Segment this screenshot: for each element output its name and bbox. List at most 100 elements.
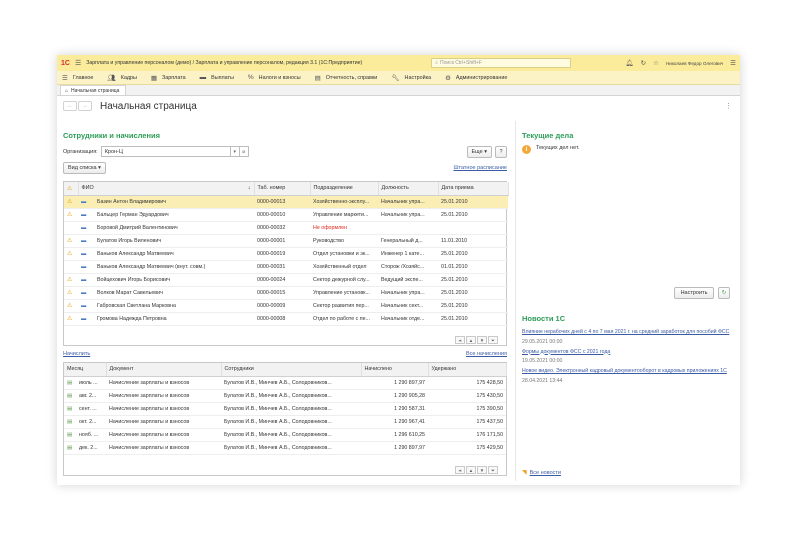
prev-page-icon[interactable]: ▲: [466, 336, 476, 344]
employee-icon: ▬: [78, 247, 94, 261]
warning-icon: ⚠: [64, 247, 78, 261]
menu-item-admin[interactable]: ⚙ Администрирование: [445, 74, 507, 82]
search-input[interactable]: ⌕ Поиск Ctrl+Shift+F: [431, 58, 572, 68]
help-button[interactable]: ?: [495, 145, 507, 158]
history-icon[interactable]: ↻: [641, 59, 646, 67]
table-row[interactable]: ▤ окт. 2... Начисление зарплаты и взносов Б…: [64, 415, 507, 429]
news-item: Формы документов ФСС с 2021 года 19.05.2…: [522, 349, 732, 365]
table-row[interactable]: ⚠ ▬ Булатов Игорь Виленович 0000-00001 Руков…: [64, 234, 508, 248]
col-withheld[interactable]: Удержано: [428, 363, 507, 377]
chevron-down-icon[interactable]: ▾: [230, 146, 240, 157]
table-header: Месяц Документ Сотрудники Начислено Удер…: [64, 363, 507, 377]
table-row[interactable]: ▤ авг. 2... Начисление зарплаты и взносов Б…: [64, 389, 507, 403]
col-department[interactable]: Подразделение: [310, 182, 379, 196]
clear-icon[interactable]: ⌀: [239, 146, 249, 157]
position: Начальник упра...: [378, 195, 438, 209]
employee-icon: ▬: [78, 208, 94, 222]
user-name[interactable]: Николаев Федор Олегович: [666, 61, 723, 66]
table-row[interactable]: ▤ сент. ... Начисление зарплаты и взносов Б…: [64, 402, 507, 416]
table-row[interactable]: ⚠ ▬ Громова Надежда Петровна 0000-00008 Отде…: [64, 312, 508, 326]
col-name[interactable]: ФИО ↓: [78, 182, 255, 196]
menu-item-salary[interactable]: ▦ Зарплата: [151, 74, 186, 82]
all-accruals-link[interactable]: Все начисления: [466, 351, 507, 357]
news-link[interactable]: Влияние нерабочих дней с 4 по 7 мая 2021…: [522, 329, 732, 336]
settings-menu-icon[interactable]: ☰: [730, 59, 736, 67]
withheld: 176 171,50: [428, 428, 507, 442]
menu-item-hr[interactable]: 👥︎ Кадры: [107, 74, 136, 82]
tab-home[interactable]: ⌂ Начальная страница: [60, 85, 127, 95]
more-button[interactable]: Еще ▾: [466, 145, 492, 158]
col-accrued[interactable]: Начислено: [361, 363, 429, 377]
next-page-icon[interactable]: ▼: [477, 466, 487, 474]
menu-icon: ☰: [62, 74, 68, 82]
table-row[interactable]: ▤ нояб. ... Начисление зарплаты и взносов Б…: [64, 428, 507, 442]
star-icon[interactable]: ☆: [653, 59, 659, 67]
view-list-button[interactable]: Вид списка ▾: [63, 162, 106, 174]
table-row[interactable]: ▬ Ваньков Александр Матвеевич (внут. совм…: [64, 260, 508, 274]
forward-button[interactable]: →: [78, 101, 92, 111]
percent-icon: %: [247, 74, 254, 81]
menu-item-taxes[interactable]: % Налоги и взносы: [248, 74, 301, 81]
staff-schedule-link[interactable]: Штатное расписание: [453, 165, 507, 171]
warning-col-icon[interactable]: ⚠: [64, 182, 79, 196]
more-options-icon[interactable]: ⋮: [725, 102, 732, 110]
search-placeholder: Поиск Ctrl+Shift+F: [440, 60, 482, 66]
table-row[interactable]: ▤ июль ... Начисление зарплаты и взносов Бу…: [64, 376, 507, 390]
last-page-icon[interactable]: ⏷: [488, 466, 498, 474]
first-page-icon[interactable]: ⏶: [455, 466, 465, 474]
tab-number: 0000-00015: [254, 286, 310, 300]
main-menu-icon[interactable]: ☰: [75, 59, 81, 67]
last-page-icon[interactable]: ⏷: [488, 336, 498, 344]
hire-date: 25.01.2010: [438, 247, 508, 261]
col-position[interactable]: Должность: [378, 182, 439, 196]
app-window: 1С ☰ Зарплата и управление персоналом (д…: [57, 55, 740, 485]
menu-item-settings[interactable]: 🔧︎ Настройка: [391, 74, 431, 82]
department: Сектор дежурной слу...: [310, 273, 378, 287]
col-hire-date[interactable]: Дата приема: [438, 182, 509, 196]
bell-icon[interactable]: 🔔︎: [625, 59, 633, 67]
wrench-icon: 🔧︎: [391, 74, 400, 82]
table-row[interactable]: ⚠ ▬ Габровская Светлана Марковна 0000-00009…: [64, 299, 508, 313]
table-row[interactable]: ⚠ ▬ Бальцер Герман Эдуардович 0000-00010 Упр…: [64, 208, 508, 222]
hire-date: [438, 221, 508, 235]
news-link[interactable]: Формы документов ФСС с 2021 года: [522, 349, 732, 356]
organization-field[interactable]: Крон-Ц: [100, 146, 231, 157]
table-row[interactable]: ▬ Боровой Дмитрий Валентинович 0000-00032 Н…: [64, 221, 508, 235]
hire-date: 25.01.2010: [438, 195, 508, 209]
configure-button[interactable]: Настроить: [674, 287, 714, 299]
table-row[interactable]: ⚠ ▬ Войцехович Игорь Борисович 0000-00024 Се…: [64, 273, 508, 287]
all-news-link[interactable]: Все новости: [530, 470, 561, 476]
calculator-icon: ▦: [150, 74, 158, 82]
tab-number: 0000-00009: [254, 299, 310, 313]
table-row[interactable]: ▤ дек. 2... Начисление зарплаты и взносов Б…: [64, 441, 507, 455]
tabs-bar: ⌂ Начальная страница: [57, 85, 740, 96]
document-icon: ▤: [64, 376, 76, 390]
first-page-icon[interactable]: ⏶: [455, 336, 465, 344]
refresh-icon[interactable]: ↻: [718, 287, 730, 299]
back-button[interactable]: ←: [63, 101, 77, 111]
news-link[interactable]: Новое видео. Электронный кадровый докуме…: [522, 368, 732, 375]
table-row[interactable]: ⚠ ▬ Волков Марат Савельевич 0000-00015 Управ…: [64, 286, 508, 300]
col-month[interactable]: Месяц: [64, 363, 107, 377]
col-employees[interactable]: Сотрудники: [221, 363, 362, 377]
table-row[interactable]: ⚠ ▬ Базин Антон Владимирович 0000-00013 Хозя…: [64, 195, 508, 209]
accrued: 1 290 897,97: [361, 441, 429, 455]
window-title: Зарплата и управление персоналом (демо) …: [86, 60, 363, 66]
side-panel: Текущие дела i Текущих дел нет. Настроит…: [522, 131, 732, 476]
prev-page-icon[interactable]: ▲: [466, 466, 476, 474]
news-date: 28.04.2021 13:44: [522, 377, 563, 384]
col-document[interactable]: Документ: [106, 363, 222, 377]
news-item: Новое видео. Электронный кадровый докуме…: [522, 368, 732, 384]
menu-item-reports[interactable]: ▤ Отчетность, справки: [315, 74, 378, 82]
table-row[interactable]: ⚠ ▬ Ваньков Александр Матвеевич 0000-00019 О…: [64, 247, 508, 261]
accrue-link[interactable]: Начислить: [63, 351, 90, 357]
position: Начальник сект...: [378, 299, 438, 313]
menu-item-payments[interactable]: ▬ Выплаты: [200, 74, 234, 81]
document: Начисление зарплаты и взносов: [106, 376, 222, 390]
next-page-icon[interactable]: ▼: [477, 336, 487, 344]
hire-date: 11.01.2010: [438, 234, 508, 248]
position: [378, 221, 438, 235]
organization-label: Организация:: [63, 148, 98, 155]
col-tab-number[interactable]: Таб. номер: [254, 182, 311, 196]
menu-item-main[interactable]: ☰ Главное: [62, 74, 93, 82]
